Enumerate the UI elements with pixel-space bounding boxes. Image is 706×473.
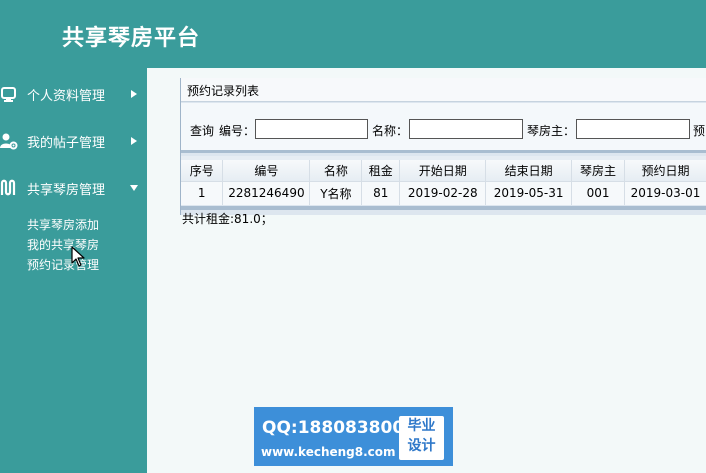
column-header[interactable]: 琴房主 [571, 160, 626, 181]
watermark-qq: QQ:188083800 [262, 418, 405, 438]
sidebar-item-profile[interactable]: 个人资料管理 [0, 81, 147, 107]
panel-header: 预约记录列表 [181, 78, 706, 102]
column-header[interactable]: 预约日期 [624, 160, 706, 181]
watermark-banner: QQ:188083800 www.kecheng8.com 毕业 设计 [254, 407, 453, 466]
watermark-badge-line2: 设计 [407, 438, 436, 454]
booking-date-field-label: 预 [693, 124, 706, 138]
number-search-input[interactable] [255, 119, 368, 139]
mouse-cursor-icon [71, 246, 85, 268]
owner-field-label: 琴房主： [527, 124, 576, 138]
table-cell: 2019-05-31 [485, 180, 573, 205]
table-cell: 2019-03-01 [624, 180, 706, 205]
table-cell: 001 [571, 180, 626, 205]
column-header[interactable]: 序号 [181, 160, 224, 181]
column-header[interactable]: 租金 [361, 160, 401, 181]
column-header[interactable]: 开始日期 [399, 160, 487, 181]
table-cell: 81 [361, 180, 401, 205]
table-cell: 2019-02-28 [399, 180, 487, 205]
search-query-label: 查询 [190, 124, 215, 138]
table-cell: 1 [181, 180, 224, 205]
app-title: 共享琴房平台 [62, 26, 201, 51]
search-bar: 查询 编号： 名称： 琴房主： 预 [181, 103, 706, 153]
sidebar-item-posts[interactable]: 我的帖子管理 [0, 128, 147, 154]
sidebar-item-label: 共享琴房管理 [27, 182, 106, 198]
submenu-item-add-room[interactable]: 共享琴房添加 [27, 215, 142, 235]
name-search-input[interactable] [409, 119, 523, 139]
table-cell: Y名称 [309, 180, 363, 205]
number-field-label: 编号： [219, 124, 256, 138]
chevron-down-icon [129, 183, 139, 193]
watermark-badge: 毕业 设计 [399, 416, 444, 460]
watermark-badge-line1: 毕业 [407, 418, 436, 434]
column-header[interactable]: 名称 [309, 160, 363, 181]
panel-title: 预约记录列表 [187, 84, 260, 98]
column-header[interactable]: 结束日期 [485, 160, 573, 181]
sidebar: 个人资料管理 我的帖子管理 共享琴房管理 共享琴房添加 我的共享琴房 预约记录管… [0, 68, 147, 473]
user-settings-icon [0, 132, 18, 150]
music-icon [0, 179, 18, 197]
table-header-row: 序号 编号 名称 租金 开始日期 结束日期 琴房主 预约日期 [181, 160, 706, 181]
monitor-icon [0, 85, 18, 103]
rent-total: 共计租金:81.0； [182, 212, 273, 226]
bookings-table: 序号 编号 名称 租金 开始日期 结束日期 琴房主 预约日期 1 2281246… [181, 160, 706, 205]
name-field-label: 名称： [372, 124, 409, 138]
column-header[interactable]: 编号 [222, 160, 311, 181]
chevron-right-icon [129, 136, 139, 146]
booking-list-panel: 预约记录列表 查询 编号： 名称： 琴房主： 预 序号 编号 名称 租金 开始日… [180, 78, 706, 215]
sidebar-item-label: 个人资料管理 [27, 88, 106, 104]
table-row[interactable]: 1 2281246490 Y名称 81 2019-02-28 2019-05-3… [181, 180, 706, 205]
watermark-url: www.kecheng8.com [261, 445, 396, 459]
chevron-right-icon [129, 89, 139, 99]
table-cell: 2281246490 [222, 180, 311, 205]
sidebar-item-piano-rooms[interactable]: 共享琴房管理 [0, 175, 147, 201]
owner-search-input[interactable] [576, 119, 690, 139]
sidebar-item-label: 我的帖子管理 [27, 135, 106, 151]
app-header: 共享琴房平台 [0, 0, 706, 68]
